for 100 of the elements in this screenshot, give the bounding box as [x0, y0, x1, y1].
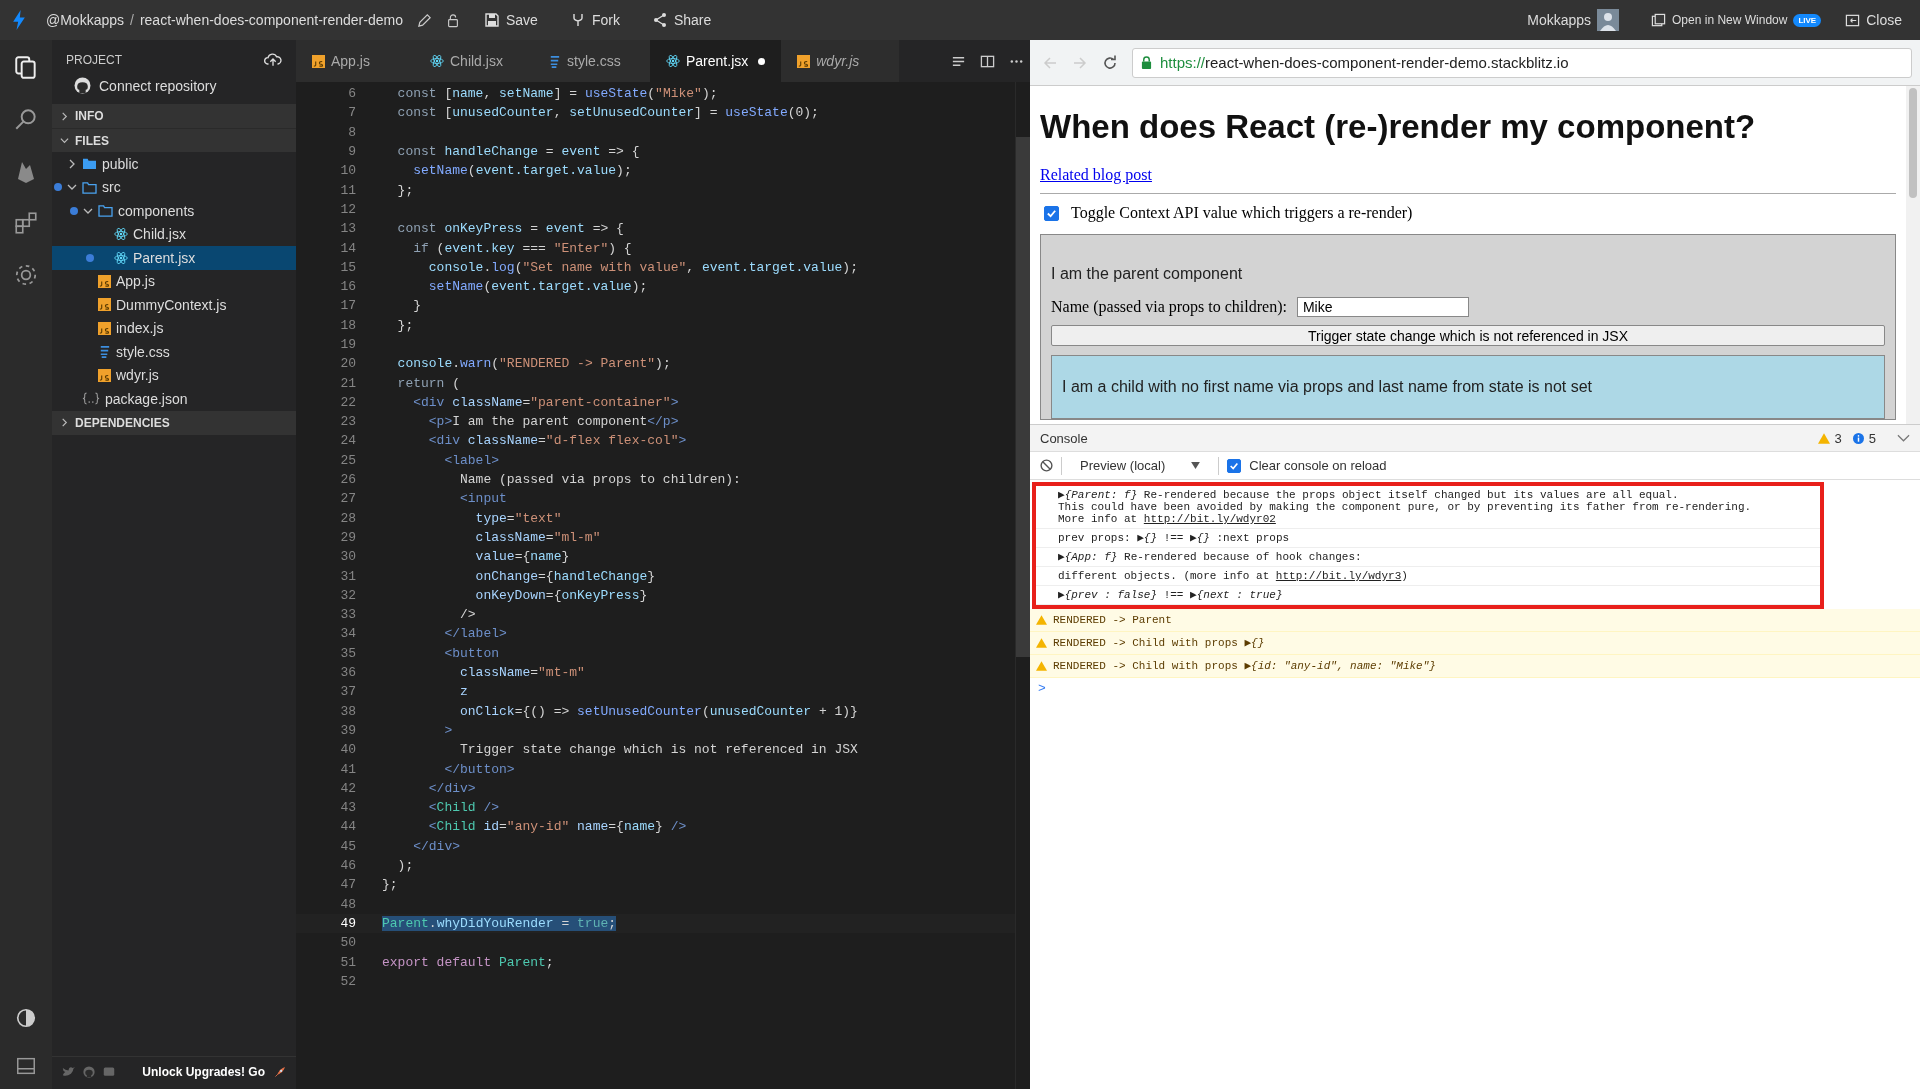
line-number: 44	[339, 819, 356, 835]
editor-tab[interactable]: Parent.jsx	[650, 40, 782, 82]
file-tree-item[interactable]: DummyContext.js	[52, 293, 296, 317]
console-link[interactable]: http://bit.ly/wdyr3	[1275, 570, 1402, 582]
line-number: 51	[339, 954, 356, 970]
line-number: 16	[339, 279, 356, 295]
info-count: 5	[1868, 430, 1876, 446]
code-line: <label>	[443, 452, 500, 468]
line-number: 50	[339, 935, 356, 951]
file-tree-item[interactable]: index.js	[52, 316, 296, 340]
code-line: const handleChange = event => {	[396, 144, 640, 160]
live-badge: LIVE	[1793, 13, 1822, 27]
address-field[interactable]: https://react-when-does-component-render-demo.stackblitz.io	[1132, 47, 1912, 78]
file-tree-item[interactable]: public	[52, 152, 296, 176]
editor-tab[interactable]: App.js	[296, 40, 414, 82]
section-header[interactable]: FILES	[52, 128, 296, 152]
code-line: <button	[443, 645, 500, 661]
console-message: prev props: ▶{} !== ▶{} :next props	[1058, 532, 1290, 544]
code-line: />	[459, 607, 476, 623]
code-line: <p>I am the parent component</p>	[427, 414, 679, 430]
console-message: ▶{App: f} Re-rendered because of hook changes:	[1058, 551, 1362, 563]
code-line: };	[382, 877, 398, 893]
console-message: RENDERED -> Child with props ▶{id: "any-id", name: "Mike"}	[1053, 660, 1436, 672]
code-line: <div className="parent-container">	[412, 394, 679, 410]
line-number: 37	[339, 684, 356, 700]
line-number: 13	[339, 221, 356, 237]
console-message: different objects. (more info at http://bit.ly/wdyr3)	[1058, 570, 1408, 582]
line-number: 11	[339, 182, 356, 198]
close-button[interactable]: Close	[1837, 8, 1910, 32]
open-in-new-window-button[interactable]: Open in New Window	[1643, 8, 1796, 32]
code-line: </button>	[443, 761, 515, 777]
file-tree-item[interactable]: Child.jsx	[52, 222, 296, 246]
code-line: <Child />	[427, 800, 500, 816]
code-line: const [name, setName] = useState("Mike");	[396, 86, 718, 102]
file-tree-item[interactable]: components	[52, 199, 296, 223]
console-tab[interactable]: Console	[1040, 430, 1088, 446]
toolbar-button[interactable]: Share	[643, 8, 720, 32]
line-number: 28	[339, 510, 356, 526]
line-number: 15	[339, 259, 356, 275]
upgrade-promo-link[interactable]: Unlock Upgrades! Go	[142, 1065, 265, 1079]
code-line: type="text"	[474, 510, 562, 526]
file-tree-item[interactable]: wdyr.js	[52, 363, 296, 387]
section-header[interactable]: DEPENDENCIES	[52, 410, 296, 435]
line-number: 17	[339, 298, 356, 314]
code-line: if (event.key === "Enter") {	[412, 240, 632, 256]
file-tree-item[interactable]: App.js	[52, 269, 296, 293]
file-tree-item[interactable]: package.json	[52, 387, 296, 411]
editor-tab[interactable]: Child.jsx	[414, 40, 532, 82]
console-message: RENDERED -> Parent	[1053, 614, 1172, 626]
file-tree-item[interactable]: style.css	[52, 340, 296, 364]
line-number: 41	[339, 761, 356, 777]
file-tree-item[interactable]: src	[52, 175, 296, 199]
code-line: setName(event.target.value);	[412, 163, 632, 179]
name-field[interactable]: Mike	[1296, 297, 1469, 317]
code-line: }	[412, 298, 421, 314]
line-number: 6	[347, 86, 356, 102]
line-number: 10	[339, 163, 356, 179]
section-header[interactable]: INFO	[52, 104, 296, 128]
blog-post-link[interactable]: Related blog post	[1040, 166, 1152, 183]
code-line: </label>	[443, 626, 507, 642]
console-link[interactable]: http://bit.ly/wdyr02	[1143, 513, 1276, 525]
line-number: 43	[339, 800, 356, 816]
code-line: >	[443, 722, 453, 738]
code-line: Name (passed via props to children):	[459, 472, 741, 488]
line-number: 38	[339, 703, 356, 719]
console-prompt[interactable]: >	[1038, 681, 1046, 696]
editor-tab[interactable]: style.css	[532, 40, 650, 82]
line-number: 21	[339, 375, 356, 391]
code-line: </div>	[427, 780, 476, 796]
connect-repository-button[interactable]: Connect repository	[52, 73, 296, 104]
trigger-button[interactable]: Trigger state change which is not referenced in JSX	[1051, 325, 1885, 346]
code-line: z	[459, 684, 468, 700]
code-line: export default Parent;	[382, 954, 554, 970]
file-tree-item[interactable]: Parent.jsx	[52, 246, 296, 270]
line-number: 14	[339, 240, 356, 256]
line-number: 19	[339, 337, 356, 352]
code-line: </div>	[412, 838, 460, 854]
page-heading: When does React (re-)render my component?	[1040, 108, 1757, 146]
project-name[interactable]: react-when-does-component-render-demo	[139, 12, 403, 28]
code-line: onKeyDown={onKeyPress}	[474, 587, 648, 603]
line-number: 30	[339, 549, 356, 565]
console-message: ▶{Parent: f} Re-rendered because the props object itself changed but its values are all equal. This could have been avoided by making the component pure, or by preventing its father from re-rendering. More info at http://bit.ly/wdyr02	[1058, 489, 1752, 525]
line-number: 36	[339, 665, 356, 681]
code-line: <Child id="any-id" name={name} />	[427, 819, 687, 835]
editor-tab[interactable]: wdyr.js	[781, 40, 900, 82]
checkbox-label: Clear console on reload	[1249, 458, 1387, 473]
user-name[interactable]: Mokkapps	[1527, 12, 1592, 28]
toolbar-button[interactable]: Fork	[561, 8, 628, 32]
code-line: setName(event.target.value);	[427, 279, 648, 295]
line-number: 20	[339, 356, 356, 372]
context-dropdown[interactable]: Preview (local)	[1070, 458, 1211, 473]
line-number: 29	[339, 529, 356, 545]
owner-name[interactable]: @Mokkapps	[46, 12, 125, 28]
line-number: 27	[339, 491, 356, 507]
code-line: };	[396, 317, 414, 333]
line-number: 23	[339, 414, 356, 430]
console-message: RENDERED -> Child with props ▶{}	[1053, 637, 1265, 649]
toolbar-button[interactable]: Save	[475, 8, 546, 32]
line-number: 40	[339, 742, 356, 758]
line-number: 12	[339, 201, 356, 217]
